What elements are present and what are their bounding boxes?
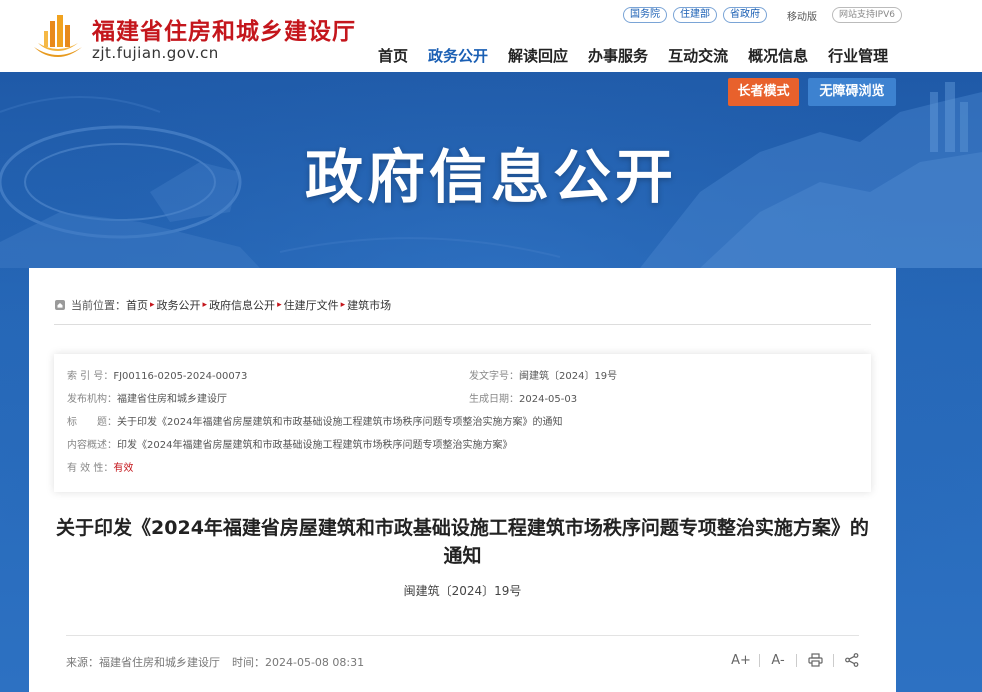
breadcrumb-gov-affairs[interactable]: 政务公开 (157, 297, 201, 313)
font-decrease-icon[interactable]: A- (766, 650, 790, 670)
elder-mode-button[interactable]: 长者模式 (728, 78, 799, 106)
info-validity-label: 有 效 性： (67, 463, 114, 474)
print-icon[interactable] (803, 650, 827, 670)
article-tools: A+ A- (729, 650, 864, 670)
divider (66, 635, 859, 636)
info-date-label: 生成日期： (469, 394, 519, 405)
info-index-row: 索 引 号：FJ00116-0205-2024-00073 (67, 370, 247, 384)
info-index-value: FJ00116-0205-2024-00073 (113, 371, 248, 382)
article-doc-number: 闽建筑〔2024〕19号 (403, 584, 522, 598)
nav-item-gov-affairs[interactable]: 政务公开 (428, 45, 488, 66)
divider (759, 653, 760, 667)
article-time: 时间：2024-05-08 08:31 (232, 656, 365, 669)
breadcrumb-prefix: 当前位置： (71, 299, 126, 312)
info-docno-value: 闽建筑〔2024〕19号 (519, 371, 618, 382)
info-org-row: 发布机构：福建省住房和城乡建设厅 (67, 393, 227, 407)
quicklink-state-council[interactable]: 国务院 (623, 7, 667, 23)
breadcrumb-separator-icon: ▸ (150, 300, 155, 310)
breadcrumb-separator-icon: ▸ (202, 300, 208, 310)
info-index-label: 索 引 号： (67, 371, 114, 382)
nav-item-interaction[interactable]: 互动交流 (668, 45, 728, 66)
divider (54, 324, 871, 325)
banner-title: 政府信息公开 (304, 143, 677, 211)
info-summary-row: 内容概述：印发《2024年福建省房屋建筑和市政基础设施工程建筑市场秩序问题专项整… (67, 439, 512, 453)
quicklink-mohurd[interactable]: 住建部 (673, 7, 717, 23)
info-docno-label: 发文字号： (469, 371, 519, 382)
font-increase-icon[interactable]: A+ (729, 650, 753, 670)
site-title[interactable]: 福建省住房和城乡建设厅 (92, 12, 356, 46)
main-nav: 首页 政务公开 解读回应 办事服务 互动交流 概况信息 行业管理 (368, 45, 898, 66)
site-logo-icon[interactable] (30, 13, 86, 61)
info-title-row: 标 题：关于印发《2024年福建省房屋建筑和市政基础设施工程建筑市场秩序问题专项… (67, 416, 562, 430)
info-date-value: 2024-05-03 (519, 394, 578, 405)
nav-item-overview[interactable]: 概况信息 (748, 45, 808, 66)
info-title-label: 标 题： (67, 417, 117, 428)
content-panel: 当前位置： 首页 ▸ 政务公开 ▸ 政府信息公开 ▸ 住建厅文件 ▸ 建筑市场 … (29, 268, 896, 692)
article-source: 来源：福建省住房和城乡建设厅 (66, 656, 220, 669)
location-icon (55, 300, 65, 310)
divider (833, 653, 834, 667)
nav-item-interpretation[interactable]: 解读回应 (508, 45, 568, 66)
nav-item-services[interactable]: 办事服务 (588, 45, 648, 66)
nav-item-industry[interactable]: 行业管理 (828, 45, 888, 66)
article-title: 关于印发《2024年福建省房屋建筑和市政基础设施工程建筑市场秩序问题专项整治实施… (56, 517, 869, 567)
breadcrumb: 当前位置： 首页 ▸ 政务公开 ▸ 政府信息公开 ▸ 住建厅文件 ▸ 建筑市场 (54, 297, 391, 313)
breadcrumb-gov-info[interactable]: 政府信息公开 (209, 297, 275, 313)
info-org-value: 福建省住房和城乡建设厅 (117, 394, 227, 405)
breadcrumb-separator-icon: ▸ (277, 300, 282, 310)
share-icon[interactable] (840, 650, 864, 670)
info-validity-row: 有 效 性：有效 (67, 462, 133, 476)
info-validity-value: 有效 (113, 463, 134, 474)
quicklinks: 国务院 住建部 省政府 (623, 7, 767, 23)
article-meta: 来源：福建省住房和城乡建设厅 时间：2024-05-08 08:31 (66, 654, 364, 670)
info-org-label: 发布机构： (67, 394, 117, 405)
accessibility-button[interactable]: 无障碍浏览 (808, 78, 896, 106)
info-summary-label: 内容概述： (67, 440, 117, 451)
info-docno-row: 发文字号：闽建筑〔2024〕19号 (469, 370, 617, 384)
site-header: 福建省住房和城乡建设厅 zjt.fujian.gov.cn 国务院 住建部 省政… (0, 0, 982, 72)
ipv6-badge: 网站支持IPV6 (832, 7, 902, 23)
divider (796, 653, 797, 667)
breadcrumb-dept-docs[interactable]: 住建厅文件 (284, 297, 339, 313)
breadcrumb-construction-market[interactable]: 建筑市场 (347, 297, 391, 313)
info-summary-value: 印发《2024年福建省房屋建筑和市政基础设施工程建筑市场秩序问题专项整治实施方案… (117, 440, 513, 451)
info-box: 索 引 号：FJ00116-0205-2024-00073 发文字号：闽建筑〔2… (54, 354, 871, 492)
breadcrumb-home[interactable]: 首页 (126, 297, 148, 313)
info-date-row: 生成日期：2024-05-03 (469, 393, 577, 407)
mobile-version-link[interactable]: 移动版 (787, 8, 817, 23)
quicklink-provincial-gov[interactable]: 省政府 (723, 7, 767, 23)
breadcrumb-separator-icon: ▸ (340, 300, 346, 310)
nav-item-home[interactable]: 首页 (378, 45, 408, 66)
info-title-value: 关于印发《2024年福建省房屋建筑和市政基础设施工程建筑市场秩序问题专项整治实施… (117, 417, 563, 428)
site-domain: zjt.fujian.gov.cn (92, 44, 219, 62)
